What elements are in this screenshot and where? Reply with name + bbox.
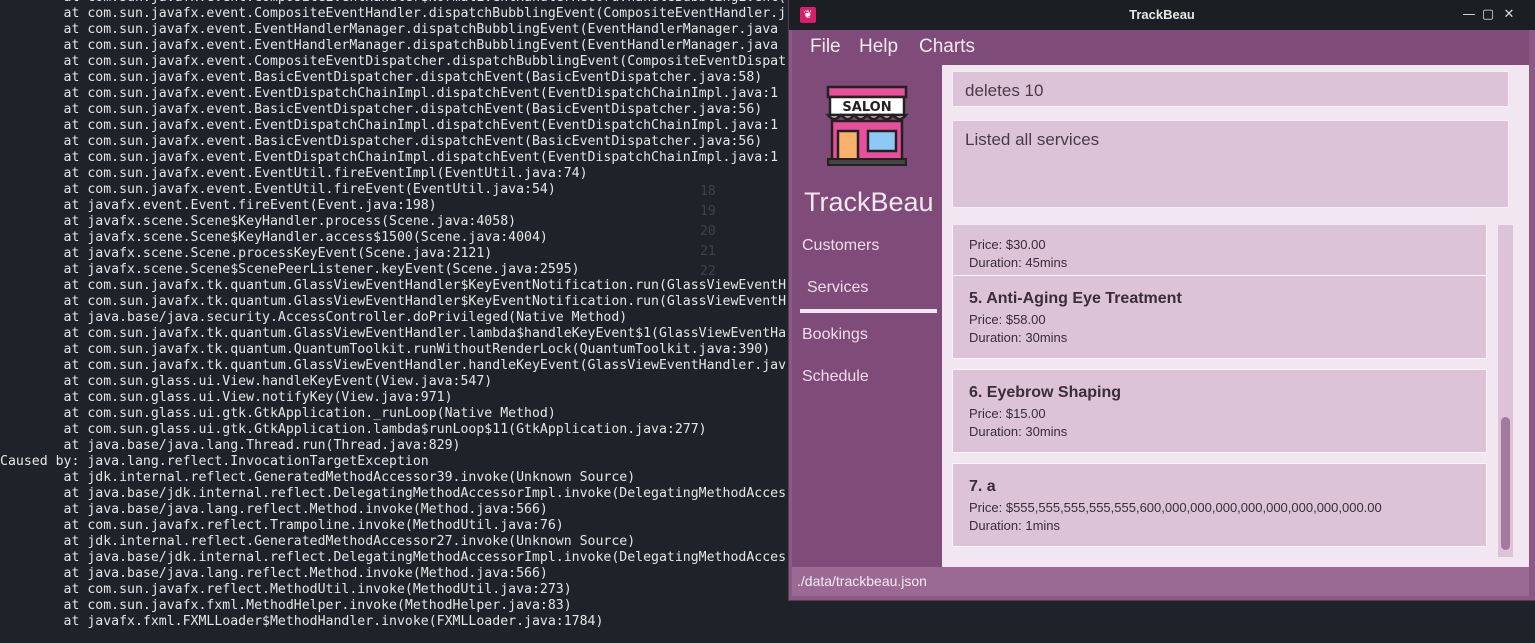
terminal-line: at com.sun.javafx.tk.quantum.GlassViewEv…: [0, 358, 787, 373]
terminal-line: at java.base/java.lang.Thread.run(Thread…: [0, 438, 461, 453]
terminal-line: at javafx.scene.Scene$KeyHandler.access$…: [0, 230, 548, 245]
brand-title: TrackBeau: [804, 187, 934, 217]
status-bar: ./data/trackbeau.json: [792, 567, 1529, 596]
service-duration: Duration: 1mins: [969, 518, 1061, 533]
terminal-line: Caused by: java.lang.reflect.InvocationT…: [0, 454, 429, 469]
terminal-line: at com.sun.javafx.tk.quantum.GlassViewEv…: [0, 326, 787, 341]
minimize-icon[interactable]: —: [1460, 6, 1478, 24]
nav-bookings[interactable]: Bookings: [802, 326, 868, 344]
data-file-path: ./data/trackbeau.json: [797, 573, 927, 589]
service-title: 5. Anti-Aging Eye Treatment: [969, 290, 1182, 307]
service-price: Price: $15.00: [969, 406, 1046, 421]
terminal-line: at com.sun.javafx.tk.quantum.QuantumTool…: [0, 342, 771, 357]
scrollbar-thumb[interactable]: [1501, 417, 1510, 550]
menu-help[interactable]: Help: [859, 36, 898, 58]
main-panel: deletes 10 Listed all services Price: $3…: [942, 65, 1529, 567]
nav-services[interactable]: Services: [807, 279, 868, 297]
service-duration: Duration: 30mins: [969, 424, 1068, 439]
terminal-line: at java.base/java.lang.reflect.Method.in…: [0, 566, 548, 581]
service-title: 7. a: [969, 478, 996, 495]
terminal-line: at javafx.scene.Scene$ScenePeerListener.…: [0, 262, 580, 277]
service-duration: Duration: 30mins: [969, 330, 1068, 345]
service-card[interactable]: 7. a Price: $555,555,555,555,555,600,000…: [952, 463, 1487, 547]
terminal-line: at com.sun.glass.ui.gtk.GtkApplication._…: [0, 406, 556, 421]
menu-bar: File Help Charts: [792, 30, 1529, 65]
terminal-window: 18 19 20 21 22 at com.sun.javafx.event.C…: [0, 0, 790, 643]
sidebar: SALON TrackBeau Customers Services Booki…: [792, 65, 942, 567]
terminal-line: at javafx.fxml.FXMLLoader$MethodHandler.…: [0, 614, 604, 629]
service-price: Price: $58.00: [969, 312, 1046, 327]
service-price: Price: $555,555,555,555,555,600,000,000,…: [969, 500, 1382, 515]
maximize-icon[interactable]: ▢: [1479, 6, 1497, 24]
service-card[interactable]: 5. Anti-Aging Eye Treatment Price: $58.0…: [952, 275, 1487, 359]
terminal-line: at com.sun.glass.ui.gtk.GtkApplication.l…: [0, 422, 707, 437]
terminal-line: at com.sun.javafx.event.EventHandlerMana…: [0, 22, 779, 37]
terminal-line: at com.sun.javafx.event.EventHandlerMana…: [0, 38, 779, 53]
window-title: TrackBeau: [1129, 7, 1195, 22]
terminal-line: at com.sun.javafx.tk.quantum.GlassViewEv…: [0, 278, 787, 293]
terminal-line: at javafx.event.Event.fireEvent(Event.ja…: [0, 198, 437, 213]
title-bar[interactable]: ❦ TrackBeau — ▢ ✕: [789, 0, 1535, 30]
terminal-line: at java.base/java.lang.reflect.Method.in…: [0, 502, 548, 517]
terminal-line: at com.sun.javafx.tk.quantum.GlassViewEv…: [0, 294, 787, 309]
service-card[interactable]: 6. Eyebrow Shaping Price: $15.00 Duratio…: [952, 369, 1487, 453]
terminal-line: at com.sun.javafx.event.EventDispatchCha…: [0, 150, 779, 165]
terminal-line: at javafx.scene.Scene.processKeyEvent(Sc…: [0, 246, 493, 261]
nav-schedule[interactable]: Schedule: [802, 368, 869, 386]
terminal-line: at jdk.internal.reflect.GeneratedMethodA…: [0, 534, 636, 549]
terminal-line: at com.sun.glass.ui.View.handleKeyEvent(…: [0, 374, 493, 389]
service-duration: Duration: 45mins: [969, 255, 1068, 270]
terminal-line: at com.sun.javafx.reflect.MethodUtil.inv…: [0, 582, 572, 597]
nav-customers[interactable]: Customers: [802, 237, 879, 255]
menu-charts[interactable]: Charts: [919, 36, 975, 58]
menu-file[interactable]: File: [810, 36, 841, 58]
salon-logo-icon: SALON: [825, 85, 909, 166]
scrollbar[interactable]: [1498, 225, 1513, 557]
app-window: ❦ TrackBeau — ▢ ✕ File Help Charts SALON…: [789, 0, 1535, 600]
terminal-line: at com.sun.javafx.event.EventUtil.fireEv…: [0, 182, 556, 197]
terminal-line: at com.sun.javafx.fxml.MethodHelper.invo…: [0, 598, 572, 613]
service-title: 6. Eyebrow Shaping: [969, 384, 1122, 401]
terminal-line: at java.base/jdk.internal.reflect.Delega…: [0, 486, 787, 501]
terminal-line: at com.sun.javafx.event.BasicEventDispat…: [0, 102, 763, 117]
terminal-line: at com.sun.javafx.event.CompositeEventDi…: [0, 54, 787, 69]
terminal-line: at com.sun.javafx.reflect.Trampoline.inv…: [0, 518, 564, 533]
terminal-line: at jdk.internal.reflect.GeneratedMethodA…: [0, 470, 636, 485]
service-list[interactable]: Price: $30.00 Duration: 45mins 5. Anti-A…: [942, 225, 1529, 567]
terminal-output: at com.sun.javafx.event.CompositeEventHa…: [0, 0, 786, 630]
terminal-line: at com.sun.javafx.event.EventUtil.fireEv…: [0, 166, 588, 181]
terminal-line: at java.base/jdk.internal.reflect.Delega…: [0, 550, 787, 565]
command-input[interactable]: deletes 10: [952, 71, 1509, 107]
terminal-line: at com.sun.javafx.event.EventDispatchCha…: [0, 86, 779, 101]
close-icon[interactable]: ✕: [1500, 6, 1518, 24]
terminal-line: at java.base/java.security.AccessControl…: [0, 310, 628, 325]
logo-sign: SALON: [842, 100, 891, 115]
service-price: Price: $30.00: [969, 237, 1046, 252]
result-display: Listed all services: [952, 120, 1509, 208]
terminal-line: at com.sun.glass.ui.View.notifyKey(View.…: [0, 390, 453, 405]
terminal-line: at com.sun.javafx.event.BasicEventDispat…: [0, 70, 763, 85]
terminal-line: at com.sun.javafx.event.BasicEventDispat…: [0, 134, 763, 149]
terminal-line: at com.sun.javafx.event.CompositeEventHa…: [0, 6, 787, 21]
terminal-line: at javafx.scene.Scene$KeyHandler.process…: [0, 214, 517, 229]
nav-selected-indicator: [800, 309, 937, 313]
terminal-line: at com.sun.javafx.event.EventDispatchCha…: [0, 118, 779, 133]
